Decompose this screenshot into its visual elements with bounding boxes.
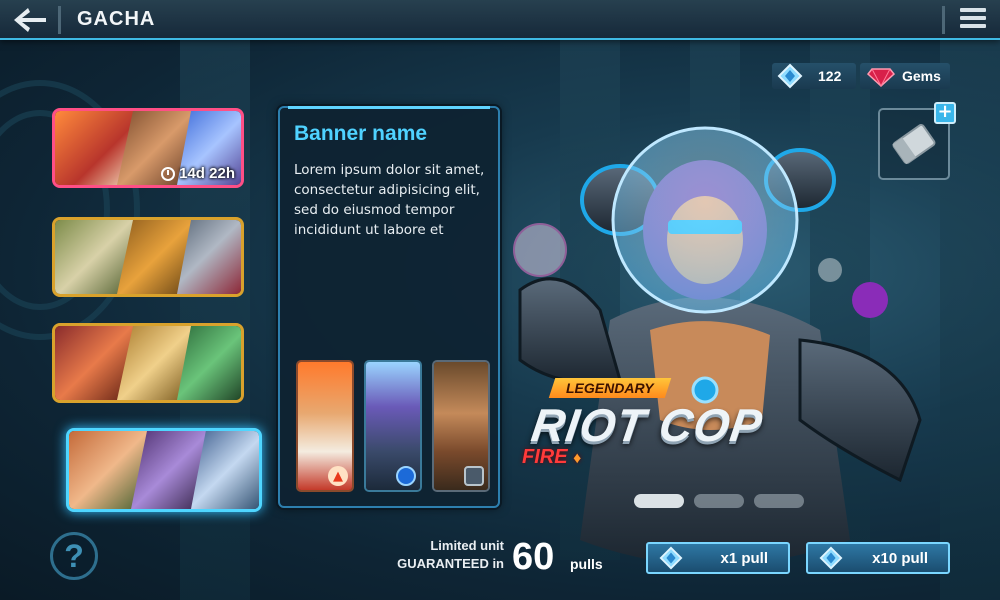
guarantee-count: 60 — [512, 536, 555, 578]
banner-name: Banner name — [294, 122, 428, 145]
guarantee-line-1: Limited unit — [430, 538, 504, 553]
featured-hero-art — [500, 120, 940, 600]
pull-x1-label: x1 pull — [720, 550, 768, 567]
help-button[interactable]: ? — [50, 532, 98, 580]
guarantee-info: Limited unit GUARANTEED in 60 pulls — [384, 532, 614, 582]
crystal-counter: 122 — [772, 63, 856, 89]
hero-element: FIRE ♦ — [522, 446, 581, 469]
blue-crystal-icon — [777, 63, 803, 89]
crystal-count: 122 — [818, 68, 842, 84]
pull-x10-label: x10 pull — [872, 550, 928, 567]
guarantee-unit: pulls — [570, 556, 603, 572]
banner-item-1[interactable]: 14d 22h — [52, 108, 244, 188]
featured-unit-card[interactable] — [432, 360, 490, 492]
water-orb-icon — [396, 466, 416, 486]
banner-description: Lorem ipsum dolor sit amet, consectetur … — [294, 162, 485, 238]
guarantee-line-2: GUARANTEED in — [397, 556, 504, 571]
menu-button[interactable] — [960, 8, 986, 30]
featured-unit-card[interactable] — [364, 360, 422, 492]
pull-x1-button[interactable]: x1 pull — [646, 542, 790, 574]
banner-timer: 14d 22h — [161, 165, 235, 182]
back-button[interactable] — [10, 6, 50, 34]
banner-item-2[interactable] — [52, 217, 244, 297]
divider — [58, 6, 61, 34]
top-bar: GACHA — [0, 0, 1000, 40]
page-title: GACHA — [77, 8, 156, 30]
carousel-dot-3[interactable] — [754, 494, 804, 508]
pull-x10-button[interactable]: x10 pull — [806, 542, 950, 574]
carousel-dot-1[interactable] — [634, 494, 684, 508]
gems-label: Gems — [902, 68, 941, 84]
timer-text: 14d 22h — [179, 165, 235, 182]
divider — [942, 6, 945, 34]
banner-item-4[interactable] — [66, 428, 262, 512]
back-arrow-icon — [14, 8, 46, 32]
banner-item-3[interactable] — [52, 323, 244, 403]
banner-info-panel: Banner name Lorem ipsum dolor sit amet, … — [278, 106, 500, 508]
blue-crystal-icon — [819, 546, 843, 570]
flame-icon: ♦ — [573, 450, 582, 467]
clock-icon — [161, 166, 176, 181]
fire-icon: ▲ — [328, 466, 348, 486]
gems-counter: Gems — [860, 63, 950, 89]
rarity-badge: LEGENDARY — [548, 378, 671, 398]
blue-crystal-icon — [659, 546, 683, 570]
red-gem-icon — [866, 68, 896, 88]
featured-unit-card[interactable]: ▲ — [296, 360, 354, 492]
question-icon: ? — [64, 537, 84, 574]
steel-nut-icon — [464, 466, 484, 486]
rarity-label: LEGENDARY — [566, 380, 654, 396]
hero-name: RIOT COP — [528, 399, 766, 451]
element-label: FIRE — [522, 446, 568, 468]
hamburger-icon — [960, 8, 986, 28]
hero-illustration — [513, 126, 922, 565]
carousel-dot-2[interactable] — [694, 494, 744, 508]
